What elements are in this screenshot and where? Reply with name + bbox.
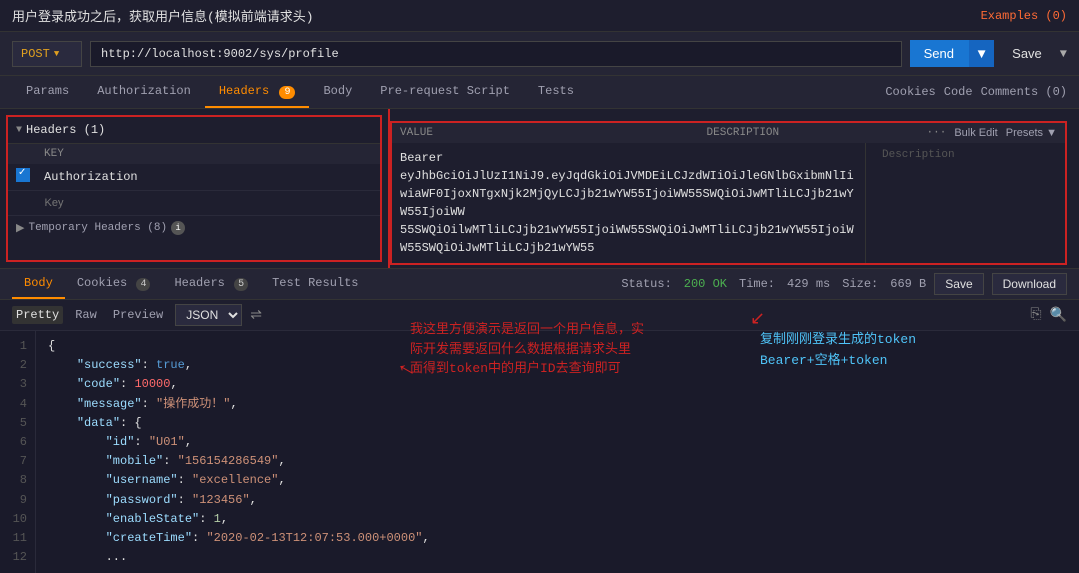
top-bar: 用户登录成功之后，获取用户信息(模拟前端请求头) Examples (0) xyxy=(0,0,1079,32)
wrap-icon[interactable]: ⇌ xyxy=(250,307,262,324)
checkbox-icon xyxy=(16,168,30,182)
desc-col-header: DESCRIPTION xyxy=(707,127,907,139)
tab-prerequest[interactable]: Pre-request Script xyxy=(366,76,524,108)
auth-token-value: Bearer eyJhbGciOiJlUzI1NiJ9.eyJqdGkiOiJV… xyxy=(392,143,865,263)
desc-placeholder: Description xyxy=(874,145,963,165)
tab-tests[interactable]: Tests xyxy=(524,76,588,108)
status-info: Status: 200 OK Time: 429 ms Size: 669 B xyxy=(621,277,926,291)
key-col-header: KEY xyxy=(44,148,372,160)
table-row: Authorization xyxy=(8,164,380,191)
tab-params[interactable]: Params xyxy=(12,76,83,108)
status-label: Status: xyxy=(621,277,671,291)
info-icon: i xyxy=(171,221,185,235)
headers-section-label: Headers (1) xyxy=(26,123,105,137)
method-arrow-icon: ▼ xyxy=(54,49,59,59)
download-button[interactable]: Download xyxy=(992,273,1067,295)
code-lines: 1 2 3 4 5 6 7 8 9 10 11 12 { "success": … xyxy=(0,331,1079,573)
resp-tab-cookies[interactable]: Cookies 4 xyxy=(65,269,163,299)
auth-checkbox[interactable] xyxy=(16,168,36,186)
resp-headers-badge: 5 xyxy=(234,278,248,291)
cookies-badge: 4 xyxy=(136,278,150,291)
response-tabs-right: Status: 200 OK Time: 429 ms Size: 669 B … xyxy=(621,273,1067,295)
copy-icon[interactable]: ⎘ xyxy=(1030,307,1041,324)
search-icon[interactable]: 🔍 xyxy=(1050,307,1067,324)
fmt-preview[interactable]: Preview xyxy=(109,306,167,324)
value-panel-header: VALUE DESCRIPTION ··· Bulk Edit Presets … xyxy=(392,123,1065,143)
format-bar: Pretty Raw Preview JSON ⇌ ⎘ 🔍 xyxy=(0,300,1079,331)
url-input[interactable] xyxy=(90,41,902,67)
method-label: POST xyxy=(21,47,50,61)
response-area: Body Cookies 4 Headers 5 Test Results St… xyxy=(0,269,1079,573)
temp-headers-label: Temporary Headers (8) xyxy=(28,222,167,234)
request-tabs-right: Cookies Code Comments (0) xyxy=(885,85,1067,99)
headers-area: ▼ Headers (1) KEY Authorization xyxy=(0,109,1079,269)
more-actions-button[interactable]: ··· xyxy=(927,127,947,139)
tab-headers[interactable]: Headers 9 xyxy=(205,76,310,108)
temp-headers-section[interactable]: ▶ Temporary Headers (8) i xyxy=(8,216,380,240)
headers-table-header: KEY xyxy=(8,144,380,164)
save-arrow-icon[interactable]: ▼ xyxy=(1060,47,1067,61)
code-area[interactable]: 1 2 3 4 5 6 7 8 9 10 11 12 { "success": … xyxy=(0,331,1079,573)
fmt-raw[interactable]: Raw xyxy=(71,306,101,324)
line-numbers: 1 2 3 4 5 6 7 8 9 10 11 12 xyxy=(0,331,36,573)
json-response: { "success": true, "code": 10000, "messa… xyxy=(36,331,1079,573)
cookies-link[interactable]: Cookies xyxy=(885,85,935,99)
value-col-header: VALUE xyxy=(400,127,687,139)
value-panel: VALUE DESCRIPTION ··· Bulk Edit Presets … xyxy=(390,121,1067,265)
request-tabs-left: Params Authorization Headers 9 Body Pre-… xyxy=(12,76,588,108)
time-value: 429 ms xyxy=(787,277,830,291)
response-tabs-bar: Body Cookies 4 Headers 5 Test Results St… xyxy=(0,269,1079,300)
headers-badge: 9 xyxy=(279,86,295,99)
headers-table: KEY Authorization xyxy=(8,144,380,216)
value-content-area: Bearer eyJhbGciOiJlUzI1NiJ9.eyJqdGkiOiJV… xyxy=(392,143,1065,263)
page-title: 用户登录成功之后，获取用户信息(模拟前端请求头) xyxy=(12,6,314,25)
examples-link[interactable]: Examples (0) xyxy=(981,9,1067,23)
method-select[interactable]: POST ▼ xyxy=(12,41,82,67)
send-button[interactable]: Send xyxy=(910,40,968,67)
save-button[interactable]: Save xyxy=(1002,40,1052,67)
time-label: Time: xyxy=(739,277,775,291)
headers-outer-border: ▼ Headers (1) KEY Authorization xyxy=(6,115,382,262)
temp-expand-icon: ▶ xyxy=(16,221,24,235)
headers-section-title: ▼ Headers (1) xyxy=(8,117,380,144)
tab-authorization[interactable]: Authorization xyxy=(83,76,205,108)
key-input-row xyxy=(8,191,380,216)
code-link[interactable]: Code xyxy=(944,85,973,99)
resp-tab-headers[interactable]: Headers 5 xyxy=(162,269,260,299)
presets-button[interactable]: Presets ▼ xyxy=(1006,127,1057,139)
auth-key-value: Authorization xyxy=(44,170,372,184)
comments-link[interactable]: Comments (0) xyxy=(981,85,1067,99)
url-bar: POST ▼ Send ▼ Save ▼ xyxy=(0,32,1079,76)
status-value: 200 OK xyxy=(684,277,727,291)
resp-tab-test-results[interactable]: Test Results xyxy=(260,269,370,299)
size-label: Size: xyxy=(842,277,878,291)
format-select[interactable]: JSON xyxy=(175,304,242,326)
tab-body[interactable]: Body xyxy=(309,76,366,108)
save-response-button[interactable]: Save xyxy=(934,273,983,295)
fmt-pretty[interactable]: Pretty xyxy=(12,306,63,324)
send-arrow-button[interactable]: ▼ xyxy=(968,40,994,67)
bulk-edit-button[interactable]: Bulk Edit xyxy=(954,127,997,139)
headers-left-panel: ▼ Headers (1) KEY Authorization xyxy=(0,109,390,268)
resp-tab-body[interactable]: Body xyxy=(12,269,65,299)
description-column: Description xyxy=(865,143,1065,263)
request-tabs: Params Authorization Headers 9 Body Pre-… xyxy=(0,76,1079,109)
key-input[interactable] xyxy=(43,195,373,211)
check-col-header xyxy=(16,148,36,160)
size-value: 669 B xyxy=(890,277,926,291)
response-tabs-left: Body Cookies 4 Headers 5 Test Results xyxy=(12,269,371,299)
section-collapse-icon[interactable]: ▼ xyxy=(16,125,22,136)
